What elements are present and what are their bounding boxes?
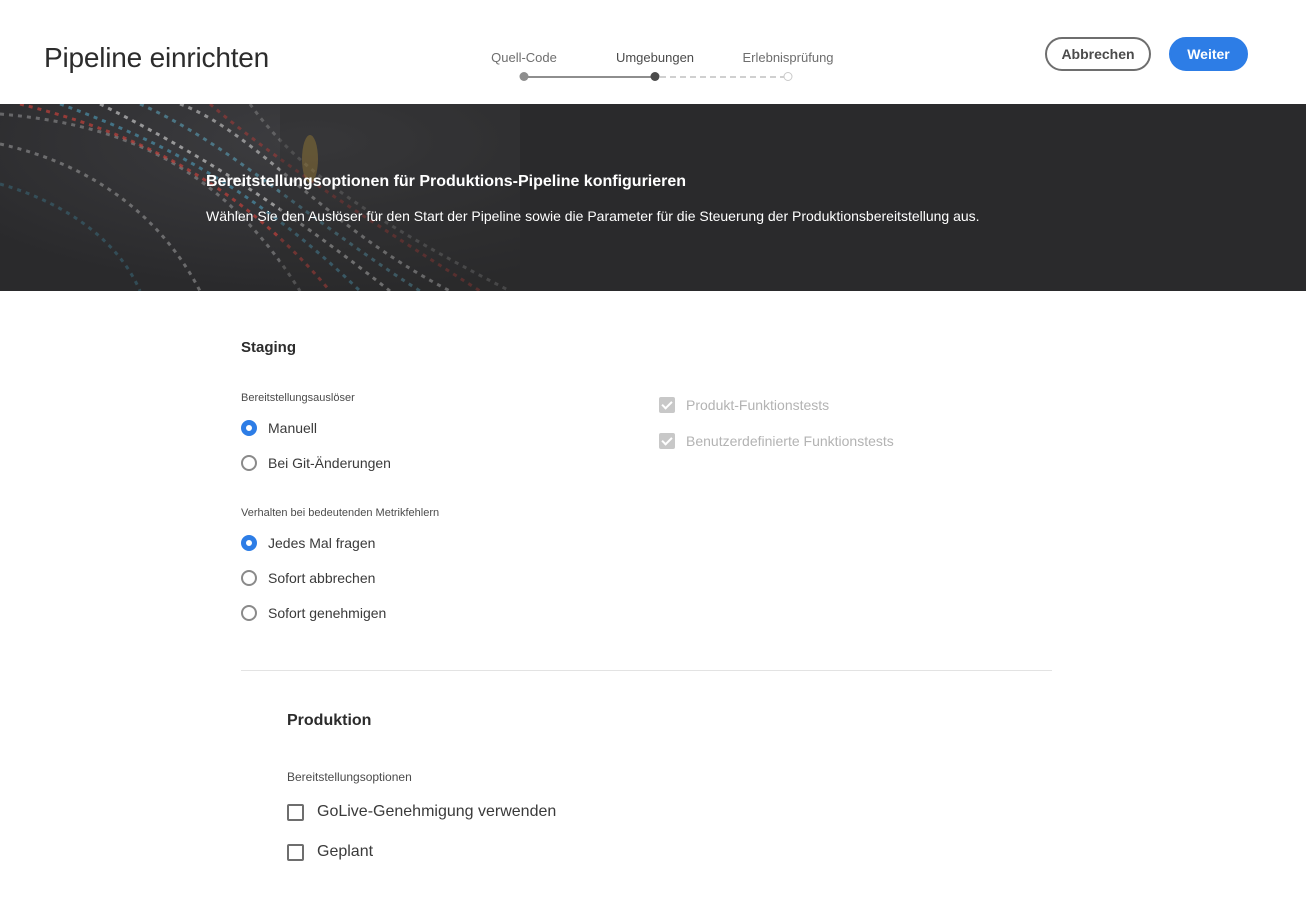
checkbox-product-functional-tests-label: Produkt-Funktionstests	[686, 397, 830, 413]
radio-ask-every-time-button[interactable]	[241, 535, 257, 551]
next-button[interactable]: Weiter	[1169, 37, 1248, 71]
step-label-experience-audit: Erlebnisprüfung	[742, 50, 834, 65]
checkbox-scheduled-box[interactable]	[287, 843, 304, 861]
checkbox-scheduled[interactable]: Geplant	[287, 843, 373, 861]
radio-cancel-immediately-button[interactable]	[241, 570, 257, 586]
checkbox-product-functional-tests: Produkt-Funktionstests	[659, 397, 829, 413]
checkbox-golive-approval-label: GoLive-Genehmigung verwenden	[317, 803, 557, 820]
step-connector-todo	[660, 76, 786, 78]
radio-manual[interactable]: Manuell	[241, 420, 317, 436]
page-header: Pipeline einrichten Quell-Code Umgebunge…	[0, 0, 1306, 104]
radio-approve-immediately[interactable]: Sofort genehmigen	[241, 605, 386, 621]
section-divider	[241, 670, 1052, 671]
radio-ask-every-time-label: Jedes Mal fragen	[268, 535, 376, 551]
step-dot-source	[519, 72, 529, 81]
checkbox-golive-approval[interactable]: GoLive-Genehmigung verwenden	[287, 803, 556, 821]
metric-failure-label: Verhalten bei bedeutenden Metrikfehlern	[241, 507, 440, 519]
radio-git-changes-button[interactable]	[241, 455, 257, 471]
production-section-title: Produktion	[287, 712, 372, 729]
deployment-options-label: Bereitstellungsoptionen	[287, 770, 412, 784]
checkbox-golive-approval-box[interactable]	[287, 803, 304, 821]
checkbox-product-functional-tests-box	[659, 397, 675, 413]
page-title: Pipeline einrichten	[44, 42, 270, 73]
banner-decorative-image	[0, 104, 520, 291]
radio-cancel-immediately-label: Sofort abbrechen	[268, 570, 376, 586]
checkbox-custom-functional-tests-label: Benutzerdefinierte Funktionstests	[686, 433, 894, 449]
cancel-button[interactable]: Abbrechen	[1045, 37, 1151, 71]
radio-git-changes[interactable]: Bei Git-Änderungen	[241, 455, 391, 471]
step-dot-experience-audit	[783, 72, 793, 81]
banner-description: Wählen Sie den Auslöser für den Start de…	[206, 208, 980, 224]
radio-manual-label: Manuell	[268, 420, 318, 436]
checkbox-scheduled-label: Geplant	[317, 843, 374, 860]
step-dot-environments	[650, 72, 660, 81]
radio-ask-every-time[interactable]: Jedes Mal fragen	[241, 535, 375, 551]
step-label-source: Quell-Code	[491, 50, 557, 65]
radio-git-changes-label: Bei Git-Änderungen	[268, 455, 391, 471]
step-label-environments: Umgebungen	[615, 50, 695, 65]
radio-cancel-immediately[interactable]: Sofort abbrechen	[241, 570, 375, 586]
radio-approve-immediately-button[interactable]	[241, 605, 257, 621]
checkbox-custom-functional-tests: Benutzerdefinierte Funktionstests	[659, 433, 894, 449]
info-banner: Bereitstellungsoptionen für Produktions-…	[0, 104, 1306, 291]
deployment-trigger-label: Bereitstellungsauslöser	[241, 392, 355, 404]
staging-section-title: Staging	[241, 339, 296, 356]
banner-title: Bereitstellungsoptionen für Produktions-…	[206, 173, 687, 190]
checkbox-custom-functional-tests-box	[659, 433, 675, 449]
radio-approve-immediately-label: Sofort genehmigen	[268, 605, 387, 621]
step-connector-done	[524, 76, 655, 78]
radio-manual-button[interactable]	[241, 420, 257, 436]
wizard-stepper: Quell-Code Umgebungen Erlebnisprüfung	[470, 48, 850, 84]
